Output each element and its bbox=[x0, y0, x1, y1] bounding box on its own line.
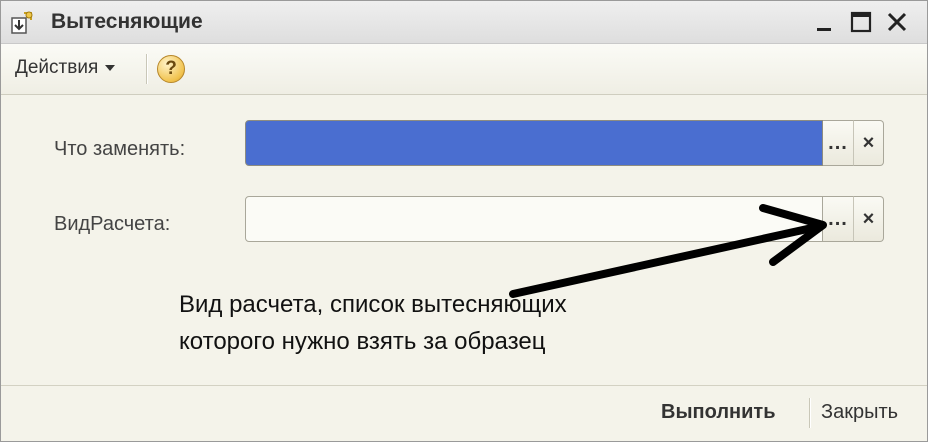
window-title: Вытесняющие bbox=[51, 10, 203, 33]
chevron-down-icon bbox=[105, 65, 116, 71]
replace-input[interactable] bbox=[245, 120, 823, 166]
dialog-window: Вытесняющие Действия ? Что заменять: ...… bbox=[0, 0, 928, 442]
form-icon bbox=[11, 11, 33, 34]
run-button[interactable]: Выполнить bbox=[651, 399, 786, 426]
replace-select-button[interactable]: ... bbox=[823, 120, 854, 166]
close-button[interactable]: Закрыть bbox=[813, 399, 906, 426]
toolbar-separator bbox=[146, 54, 147, 84]
toolbar: Действия ? bbox=[1, 44, 927, 95]
replace-label: Что заменять: bbox=[54, 138, 186, 160]
maximize-icon[interactable] bbox=[849, 10, 873, 34]
close-icon[interactable] bbox=[885, 10, 909, 34]
minimize-icon[interactable] bbox=[813, 10, 837, 34]
actions-menu-label: Действия bbox=[15, 57, 99, 78]
footer-separator bbox=[809, 398, 810, 428]
actions-menu[interactable]: Действия bbox=[7, 53, 123, 83]
annotation-text: Вид расчета, список вытесняющих которого… bbox=[179, 291, 567, 355]
calc-type-clear-button[interactable]: × bbox=[853, 196, 884, 242]
help-icon: ? bbox=[165, 58, 177, 79]
title-bar: Вытесняющие bbox=[1, 1, 927, 44]
footer-bar: Выполнить Закрыть bbox=[1, 385, 927, 441]
help-button[interactable]: ? bbox=[157, 55, 185, 83]
calc-type-label: ВидРасчета: bbox=[54, 213, 171, 235]
replace-clear-button[interactable]: × bbox=[853, 120, 884, 166]
